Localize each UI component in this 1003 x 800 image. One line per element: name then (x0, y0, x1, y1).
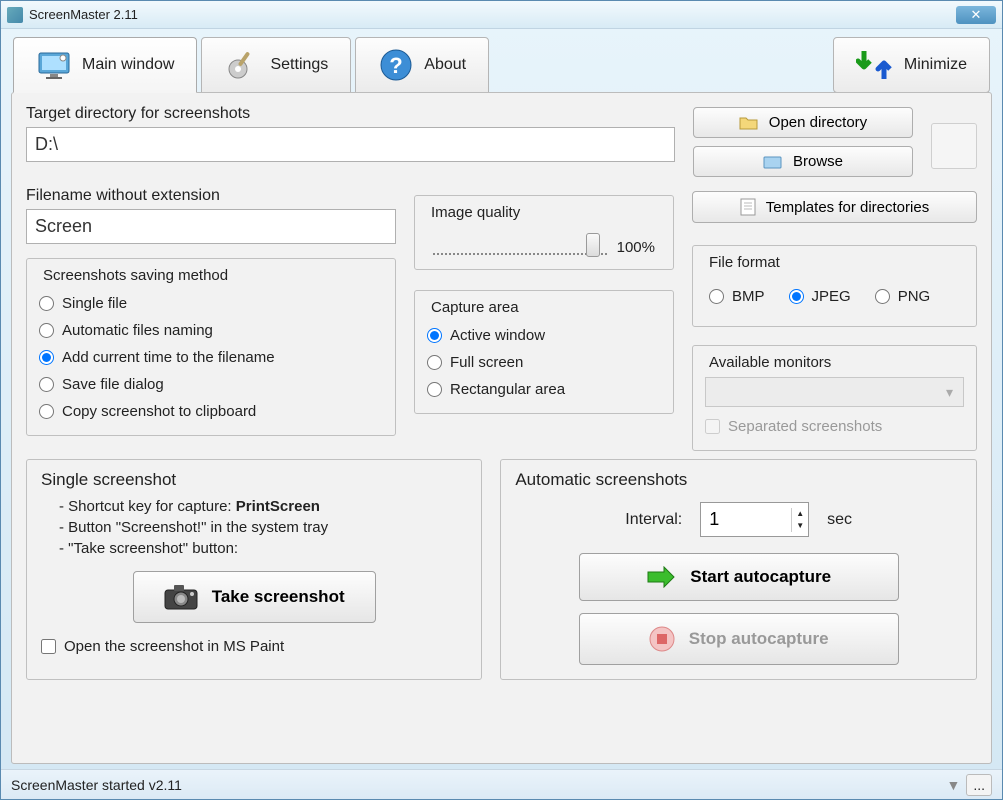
folder-open-icon (739, 115, 759, 131)
auto-screenshots-box: Automatic screenshots Interval: ▲ ▼ sec (500, 459, 977, 680)
interval-spinner[interactable]: ▲ ▼ (700, 502, 809, 537)
stop-icon (649, 626, 675, 652)
tab-label: Main window (82, 56, 174, 74)
image-quality-label: Image quality (427, 204, 524, 221)
chevron-down-icon: ▾ (946, 384, 953, 401)
tabbar: Main window Settings ? About Minimize (11, 37, 992, 93)
status-dropdown-icon[interactable]: ▼ (946, 777, 960, 793)
monitors-legend: Available monitors (705, 354, 835, 371)
svg-text:?: ? (390, 53, 403, 78)
quality-slider[interactable] (433, 235, 607, 259)
check-open-paint[interactable]: Open the screenshot in MS Paint (41, 633, 467, 660)
file-format-legend: File format (705, 254, 784, 271)
browse-button[interactable]: Browse (693, 146, 913, 177)
radio-full-screen[interactable]: Full screen (427, 349, 661, 376)
radio-active-window[interactable]: Active window (427, 322, 661, 349)
file-format-fieldset: File format BMP JPEG PNG (692, 245, 977, 327)
radio-jpeg[interactable]: JPEG (789, 283, 851, 310)
interval-label: Interval: (625, 511, 682, 529)
start-autocapture-button[interactable]: Start autocapture (579, 553, 899, 601)
minimize-arrows-icon (856, 47, 892, 83)
statusbar: ScreenMaster started v2.11 ▼ ... (1, 769, 1002, 799)
monitors-fieldset: Available monitors ▾ Separated screensho… (692, 345, 977, 451)
document-icon (740, 198, 756, 216)
minimize-button[interactable]: Minimize (833, 37, 990, 93)
open-directory-button[interactable]: Open directory (693, 107, 913, 138)
interval-unit: sec (827, 511, 852, 529)
hint-tray: - Button "Screenshot!" in the system tra… (41, 517, 467, 538)
help-icon: ? (378, 47, 414, 83)
minimize-label: Minimize (904, 56, 967, 74)
tab-label: Settings (270, 56, 328, 74)
button-label: Browse (793, 153, 843, 170)
slider-thumb-icon[interactable] (586, 233, 600, 257)
capture-area-fieldset: Capture area Active window Full screen R… (414, 290, 674, 414)
target-dir-label: Target directory for screenshots (26, 105, 675, 123)
button-label: Open directory (769, 114, 867, 131)
stop-autocapture-button: Stop autocapture (579, 613, 899, 665)
content-area: Main window Settings ? About Minimize (1, 29, 1002, 769)
radio-add-time[interactable]: Add current time to the filename (39, 344, 383, 371)
spinner-up-icon[interactable]: ▲ (792, 508, 808, 520)
monitor-icon (36, 47, 72, 83)
radio-save-dialog[interactable]: Save file dialog (39, 371, 383, 398)
image-quality-fieldset: Image quality 100% (414, 195, 674, 270)
gear-icon (224, 47, 260, 83)
play-arrow-icon (646, 566, 676, 588)
quality-value: 100% (617, 239, 655, 256)
radio-auto-naming[interactable]: Automatic files naming (39, 317, 383, 344)
radio-copy-clipboard[interactable]: Copy screenshot to clipboard (39, 398, 383, 425)
interval-input[interactable] (701, 503, 791, 536)
status-more-button[interactable]: ... (966, 774, 992, 796)
folder-icon (763, 154, 783, 170)
spinner-down-icon[interactable]: ▼ (792, 520, 808, 532)
hint-shortcut: - Shortcut key for capture: PrintScreen (41, 496, 467, 517)
window-title: ScreenMaster 2.11 (29, 7, 138, 22)
filename-label: Filename without extension (26, 187, 396, 205)
single-title: Single screenshot (41, 470, 467, 490)
radio-png[interactable]: PNG (875, 283, 931, 310)
camera-icon (164, 584, 198, 610)
hint-take-btn: - "Take screenshot" button: (41, 538, 467, 559)
tab-about[interactable]: ? About (355, 37, 489, 93)
button-label: Stop autocapture (689, 629, 829, 649)
saving-method-fieldset: Screenshots saving method Single file Au… (26, 258, 396, 436)
main-panel: Target directory for screenshots Open di… (11, 92, 992, 764)
target-dir-input[interactable] (26, 127, 675, 162)
button-label: Take screenshot (212, 587, 345, 607)
app-window: ScreenMaster 2.11 ✕ Main window Settings… (0, 0, 1003, 800)
shortcut-key: PrintScreen (236, 498, 320, 515)
single-screenshot-box: Single screenshot - Shortcut key for cap… (26, 459, 482, 680)
tab-settings[interactable]: Settings (201, 37, 351, 93)
radio-single-file[interactable]: Single file (39, 290, 383, 317)
check-separated: Separated screenshots (705, 413, 964, 440)
saving-method-legend: Screenshots saving method (39, 267, 232, 284)
auto-title: Automatic screenshots (515, 470, 962, 490)
capture-area-legend: Capture area (427, 299, 523, 316)
filename-input[interactable] (26, 209, 396, 244)
button-label: Templates for directories (766, 199, 929, 216)
tab-label: About (424, 56, 466, 74)
monitors-dropdown[interactable]: ▾ (705, 377, 964, 407)
take-screenshot-button[interactable]: Take screenshot (133, 571, 376, 623)
preview-square (931, 123, 977, 169)
templates-button[interactable]: Templates for directories (692, 191, 977, 223)
status-text: ScreenMaster started v2.11 (11, 777, 182, 793)
button-label: Start autocapture (690, 567, 831, 587)
titlebar: ScreenMaster 2.11 ✕ (1, 1, 1002, 29)
close-icon[interactable]: ✕ (956, 6, 996, 24)
tab-main-window[interactable]: Main window (13, 37, 197, 93)
radio-bmp[interactable]: BMP (709, 283, 765, 310)
app-icon (7, 7, 23, 23)
radio-rectangular[interactable]: Rectangular area (427, 376, 661, 403)
